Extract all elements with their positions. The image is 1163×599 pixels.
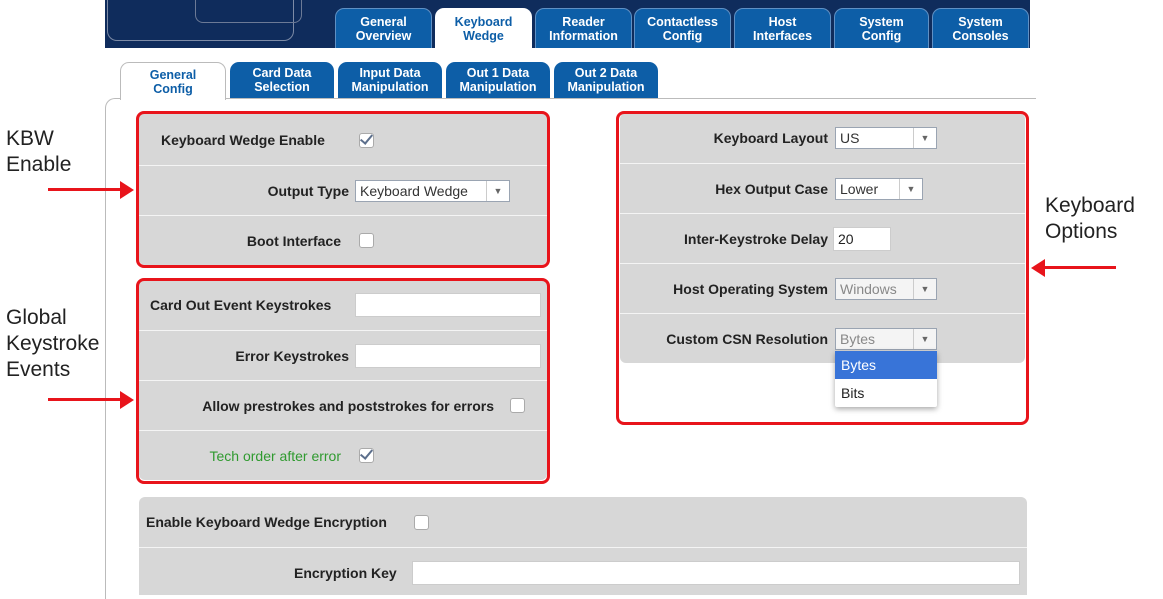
encryption-panel: Enable Keyboard Wedge Encryption Encrypt…	[139, 497, 1027, 595]
annotation-global-events: Global Keystroke Events	[6, 306, 100, 381]
arrow-kbw-line	[48, 188, 122, 191]
encryption-enable-row: Enable Keyboard Wedge Encryption	[139, 497, 1027, 547]
annotation-kbw-enable: KBW Enable	[6, 127, 72, 176]
tab-system-config[interactable]: System Config	[834, 8, 929, 48]
tab-reader-information[interactable]: Reader Information	[535, 8, 632, 48]
tab-contactless-config[interactable]: Contactless Config	[634, 8, 731, 48]
tab-keyboard-wedge[interactable]: Keyboard Wedge	[435, 8, 532, 48]
encryption-key-label: Encryption Key	[294, 564, 397, 581]
encryption-key-row: Encryption Key	[139, 547, 1027, 597]
arrow-events-line	[48, 398, 122, 401]
subtab-card-data-selection[interactable]: Card Data Selection	[230, 62, 334, 98]
subtab-input-data-manipulation[interactable]: Input Data Manipulation	[338, 62, 442, 98]
tab-system-consoles[interactable]: System Consoles	[932, 8, 1029, 48]
annotation-keyboard-options: Keyboard Options	[1045, 194, 1135, 243]
keystroke-events-highlight	[136, 278, 550, 484]
subtab-out1-data-manipulation[interactable]: Out 1 Data Manipulation	[446, 62, 550, 98]
encryption-enable-label: Enable Keyboard Wedge Encryption	[146, 514, 387, 530]
subtab-general-config[interactable]: General Config	[120, 62, 226, 100]
arrow-right-icon	[120, 391, 134, 409]
encryption-key-input[interactable]	[412, 560, 1020, 585]
kbw-enable-highlight	[136, 111, 550, 268]
tab-host-interfaces[interactable]: Host Interfaces	[734, 8, 831, 48]
arrow-options-line	[1043, 266, 1116, 269]
subtab-out2-data-manipulation[interactable]: Out 2 Data Manipulation	[554, 62, 658, 98]
keyboard-options-highlight	[616, 111, 1029, 425]
tab-general-overview[interactable]: General Overview	[335, 8, 432, 48]
arrow-right-icon	[120, 181, 134, 199]
logo-area-inner	[195, 0, 302, 23]
encryption-enable-checkbox[interactable]	[414, 514, 429, 530]
